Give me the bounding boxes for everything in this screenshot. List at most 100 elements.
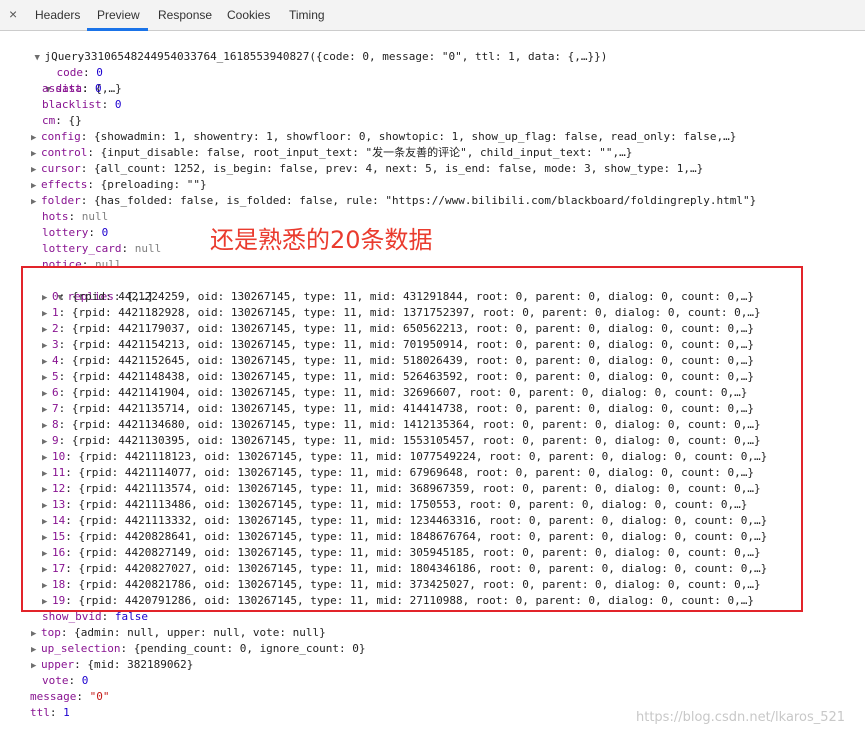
reply-index: 18: [52, 578, 66, 591]
expand-triangle-icon[interactable]: ▶: [42, 466, 52, 482]
tab-preview[interactable]: Preview: [97, 8, 140, 22]
reply-summary: {rpid: 4421114077, oid: 130267145, type:…: [78, 466, 755, 479]
reply-summary: {rpid: 4421135714, oid: 130267145, type:…: [71, 402, 754, 415]
reply-item[interactable]: ▶ 5: {rpid: 4421148438, oid: 130267145, t…: [42, 369, 754, 385]
expand-triangle-icon[interactable]: ▶: [42, 386, 52, 402]
field-key: config: [41, 130, 81, 143]
expand-triangle-icon[interactable]: ▶: [42, 322, 52, 338]
close-icon[interactable]: ×: [9, 6, 17, 22]
reply-item[interactable]: ▶ 14: {rpid: 4421113332, oid: 130267145, …: [42, 513, 767, 529]
field-key: ttl: [30, 706, 50, 719]
reply-item[interactable]: ▶ 17: {rpid: 4420827027, oid: 130267145, …: [42, 561, 767, 577]
reply-item[interactable]: ▶ 3: {rpid: 4421154213, oid: 130267145, t…: [42, 337, 754, 353]
field-key: notice: [42, 258, 82, 271]
expand-triangle-icon[interactable]: ▶: [42, 418, 52, 434]
field-up-selection[interactable]: ▶ up_selection: {pending_count: 0, ignore…: [31, 641, 366, 657]
field-control[interactable]: ▶ control: {input_disable: false, root_in…: [31, 145, 632, 161]
reply-index: 13: [52, 498, 66, 511]
expand-triangle-icon[interactable]: ▶: [31, 658, 41, 674]
tab-headers[interactable]: Headers: [35, 8, 80, 22]
field-value: {showadmin: 1, showentry: 1, showfloor: …: [94, 130, 737, 143]
expand-triangle-icon[interactable]: ▶: [31, 130, 41, 146]
field-value: {admin: null, upper: null, vote: null}: [74, 626, 326, 639]
expand-triangle-icon[interactable]: ▶: [42, 546, 52, 562]
expand-triangle-icon[interactable]: ▶: [31, 626, 41, 642]
field-key: lottery: [42, 226, 89, 239]
reply-item[interactable]: ▶ 6: {rpid: 4421141904, oid: 130267145, t…: [42, 385, 747, 401]
reply-index: 12: [52, 482, 66, 495]
field-data[interactable]: ▼ data: {,…}: [19, 65, 122, 95]
reply-summary: {rpid: 4421134680, oid: 130267145, type:…: [71, 418, 761, 431]
expand-triangle-icon[interactable]: ▶: [42, 482, 52, 498]
tab-response[interactable]: Response: [158, 8, 212, 22]
expand-triangle-icon[interactable]: ▶: [31, 642, 41, 658]
expand-triangle-icon[interactable]: ▶: [42, 562, 52, 578]
reply-summary: {rpid: 4421113332, oid: 130267145, type:…: [78, 514, 768, 527]
reply-index: 6: [52, 386, 59, 399]
reply-item[interactable]: ▶ 19: {rpid: 4420791286, oid: 130267145, …: [42, 593, 754, 609]
field-value: null: [81, 210, 109, 223]
field-value: {input_disable: false, root_input_text: …: [100, 146, 633, 159]
devtools-tabbar: × Headers Preview Response Cookies Timin…: [0, 0, 865, 31]
expand-triangle-icon[interactable]: ▶: [42, 370, 52, 386]
reply-item[interactable]: ▶ 7: {rpid: 4421135714, oid: 130267145, t…: [42, 401, 754, 417]
reply-item[interactable]: ▶ 0: {rpid: 4421224259, oid: 130267145, t…: [42, 289, 754, 305]
field-blacklist: blacklist: 0: [42, 98, 122, 111]
field-effects[interactable]: ▶ effects: {preloading: ""}: [31, 177, 207, 193]
tab-cookies[interactable]: Cookies: [227, 8, 270, 22]
expand-triangle-icon[interactable]: ▶: [42, 578, 52, 594]
reply-item[interactable]: ▶ 18: {rpid: 4420821786, oid: 130267145, …: [42, 577, 761, 593]
field-value: {preloading: ""}: [100, 178, 207, 191]
field-replies[interactable]: ▼ replies: [,…]: [31, 273, 154, 303]
reply-item[interactable]: ▶ 8: {rpid: 4421134680, oid: 130267145, t…: [42, 417, 761, 433]
expand-triangle-icon[interactable]: ▶: [31, 146, 41, 162]
expand-triangle-icon[interactable]: ▶: [42, 338, 52, 354]
reply-item[interactable]: ▶ 12: {rpid: 4421113574, oid: 130267145, …: [42, 481, 761, 497]
reply-item[interactable]: ▶ 10: {rpid: 4421118123, oid: 130267145, …: [42, 449, 767, 465]
expand-triangle-icon[interactable]: ▶: [42, 498, 52, 514]
field-key: blacklist: [42, 98, 102, 111]
field-key: cm: [42, 114, 56, 127]
field-top[interactable]: ▶ top: {admin: null, upper: null, vote: n…: [31, 625, 326, 641]
expand-triangle-icon[interactable]: ▶: [42, 594, 52, 610]
expand-triangle-icon[interactable]: ▶: [42, 306, 52, 322]
reply-item[interactable]: ▶ 9: {rpid: 4421130395, oid: 130267145, t…: [42, 433, 761, 449]
expand-triangle-icon[interactable]: ▶: [42, 434, 52, 450]
reply-summary: {rpid: 4421118123, oid: 130267145, type:…: [78, 450, 768, 463]
field-cursor[interactable]: ▶ cursor: {all_count: 1252, is_begin: fal…: [31, 161, 703, 177]
reply-summary: {rpid: 4421182928, oid: 130267145, type:…: [71, 306, 761, 319]
expand-triangle-icon[interactable]: ▶: [42, 450, 52, 466]
reply-item[interactable]: ▶ 2: {rpid: 4421179037, oid: 130267145, t…: [42, 321, 754, 337]
field-vote: vote: 0: [42, 674, 89, 687]
reply-item[interactable]: ▶ 15: {rpid: 4420828641, oid: 130267145, …: [42, 529, 767, 545]
field-upper[interactable]: ▶ upper: {mid: 382189062}: [31, 657, 193, 673]
expand-triangle-icon[interactable]: ▶: [42, 514, 52, 530]
reply-index: 1: [52, 306, 59, 319]
field-value: null: [95, 258, 122, 271]
field-assist: assist: 0: [42, 82, 102, 95]
root-line[interactable]: ▼ jQuery33106548244954033764_161855394082…: [8, 33, 608, 63]
reply-item[interactable]: ▶ 16: {rpid: 4420827149, oid: 130267145, …: [42, 545, 761, 561]
field-lottery-card: lottery_card: null: [42, 242, 162, 255]
field-key: lottery_card: [42, 242, 122, 255]
expand-triangle-icon[interactable]: ▶: [42, 530, 52, 546]
reply-item[interactable]: ▶ 11: {rpid: 4421114077, oid: 130267145, …: [42, 465, 754, 481]
reply-item[interactable]: ▶ 13: {rpid: 4421113486, oid: 130267145, …: [42, 497, 747, 513]
reply-item[interactable]: ▶ 4: {rpid: 4421152645, oid: 130267145, t…: [42, 353, 754, 369]
expand-triangle-icon[interactable]: ▶: [31, 194, 41, 210]
reply-item[interactable]: ▶ 1: {rpid: 4421182928, oid: 130267145, t…: [42, 305, 761, 321]
expand-triangle-icon[interactable]: ▶: [42, 402, 52, 418]
expand-triangle-icon[interactable]: ▶: [42, 290, 52, 306]
tab-timing[interactable]: Timing: [289, 8, 325, 22]
field-key: cursor: [41, 162, 81, 175]
field-value: 0: [114, 98, 122, 111]
expand-triangle-icon[interactable]: ▶: [31, 178, 41, 194]
expand-triangle-icon[interactable]: ▶: [31, 162, 41, 178]
field-folder[interactable]: ▶ folder: {has_folded: false, is_folded: …: [31, 193, 756, 209]
reply-index: 9: [52, 434, 59, 447]
field-value: 0: [95, 82, 102, 95]
field-value: {}: [68, 114, 82, 127]
field-config[interactable]: ▶ config: {showadmin: 1, showentry: 1, sh…: [31, 129, 736, 145]
expand-triangle-icon[interactable]: ▶: [42, 354, 52, 370]
field-key: top: [41, 626, 61, 639]
